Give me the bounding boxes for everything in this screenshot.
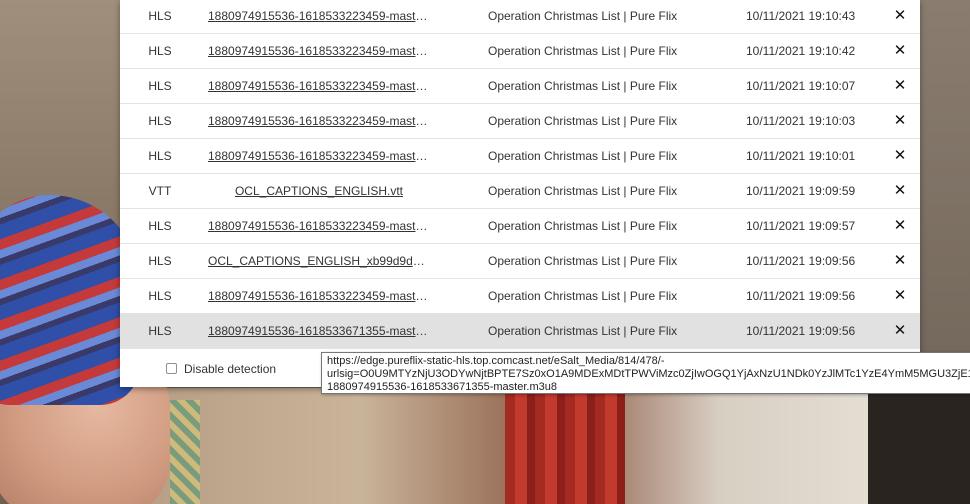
media-type: HLS <box>148 44 172 58</box>
media-type: HLS <box>148 289 172 303</box>
media-page-title: Operation Christmas List | Pure Flix <box>488 44 678 58</box>
close-icon[interactable]: ✕ <box>888 209 912 243</box>
background-plant <box>170 400 200 504</box>
media-filename-link[interactable]: 1880974915536-1618533223459-maste... <box>208 69 430 103</box>
media-timestamp: 10/11/2021 19:10:03 <box>746 114 856 128</box>
media-timestamp: 10/11/2021 19:10:42 <box>746 44 856 58</box>
close-icon[interactable]: ✕ <box>888 104 912 138</box>
media-filename-link[interactable]: 1880974915536-1618533223459-maste... <box>208 104 430 138</box>
media-page-title: Operation Christmas List | Pure Flix <box>488 289 678 303</box>
media-page-title: Operation Christmas List | Pure Flix <box>488 149 678 163</box>
media-filename-link[interactable]: 1880974915536-1618533223459-maste... <box>208 0 430 33</box>
close-icon[interactable]: ✕ <box>888 69 912 103</box>
media-timestamp: 10/11/2021 19:09:59 <box>746 184 856 198</box>
media-row[interactable]: HLS OCL_CAPTIONS_ENGLISH_xb99d9dc514... Op… <box>120 244 920 279</box>
media-filename-link[interactable]: 1880974915536-1618533223459-maste... <box>208 139 430 173</box>
media-page-title: Operation Christmas List | Pure Flix <box>488 114 678 128</box>
media-page-title: Operation Christmas List | Pure Flix <box>488 324 678 338</box>
media-timestamp: 10/11/2021 19:10:07 <box>746 79 856 93</box>
close-icon[interactable]: ✕ <box>888 279 912 313</box>
media-detection-panel: HLS 1880974915536-1618533223459-maste... O… <box>120 0 920 387</box>
close-icon[interactable]: ✕ <box>888 139 912 173</box>
media-type: HLS <box>148 9 172 23</box>
media-page-title: Operation Christmas List | Pure Flix <box>488 9 678 23</box>
media-page-title: Operation Christmas List | Pure Flix <box>488 184 678 198</box>
media-row[interactable]: HLS 1880974915536-1618533223459-maste... O… <box>120 104 920 139</box>
background-knit-hat <box>0 195 140 405</box>
media-filename-link[interactable]: 1880974915536-1618533223459-maste... <box>208 34 430 68</box>
media-timestamp: 10/11/2021 19:09:56 <box>746 324 856 338</box>
disable-detection-label[interactable]: Disable detection <box>184 362 276 376</box>
media-page-title: Operation Christmas List | Pure Flix <box>488 79 678 93</box>
tooltip-line-1: https://edge.pureflix-static-hls.top.com… <box>327 355 665 367</box>
media-row[interactable]: HLS 1880974915536-1618533223459-maste... O… <box>120 0 920 34</box>
media-page-title: Operation Christmas List | Pure Flix <box>488 254 678 268</box>
disable-detection-checkbox[interactable] <box>166 363 177 374</box>
media-row[interactable]: HLS 1880974915536-1618533223459-maste... O… <box>120 34 920 69</box>
media-filename-link[interactable]: OCL_CAPTIONS_ENGLISH.vtt <box>208 174 430 208</box>
media-row[interactable]: HLS 1880974915536-1618533223459-maste... O… <box>120 69 920 104</box>
media-filename-link[interactable]: 1880974915536-1618533223459-maste... <box>208 279 430 313</box>
close-icon[interactable]: ✕ <box>888 244 912 278</box>
media-timestamp: 10/11/2021 19:10:01 <box>746 149 856 163</box>
media-type: HLS <box>148 254 172 268</box>
media-row[interactable]: HLS 1880974915536-1618533223459-maste... O… <box>120 209 920 244</box>
media-type: VTT <box>148 184 172 198</box>
media-type: HLS <box>148 149 172 163</box>
background-dark-strip <box>868 388 970 504</box>
close-icon[interactable]: ✕ <box>888 174 912 208</box>
close-icon[interactable]: ✕ <box>888 314 912 348</box>
media-timestamp: 10/11/2021 19:09:56 <box>746 289 856 303</box>
media-timestamp: 10/11/2021 19:10:43 <box>746 9 856 23</box>
media-row[interactable]: HLS 1880974915536-1618533223459-maste... O… <box>120 279 920 314</box>
media-type: HLS <box>148 324 172 338</box>
media-row[interactable]: HLS 1880974915536-1618533223459-maste... O… <box>120 139 920 174</box>
media-page-title: Operation Christmas List | Pure Flix <box>488 219 678 233</box>
background-red-cloth <box>505 388 625 504</box>
media-filename-link[interactable]: 1880974915536-1618533671355-maste... <box>208 314 430 348</box>
url-tooltip: https://edge.pureflix-static-hls.top.com… <box>321 352 970 394</box>
media-filename-link[interactable]: 1880974915536-1618533223459-maste... <box>208 209 430 243</box>
close-icon[interactable]: ✕ <box>888 0 912 33</box>
tooltip-line-2: urlsig=O0U9MTYzNjU3ODYwNjtBPTE7Sz0xO1A9M… <box>327 368 970 380</box>
media-timestamp: 10/11/2021 19:09:56 <box>746 254 856 268</box>
tooltip-line-3: 1880974915536-1618533671355-master.m3u8 <box>327 381 557 393</box>
media-type: HLS <box>148 219 172 233</box>
media-filename-link[interactable]: OCL_CAPTIONS_ENGLISH_xb99d9dc514... <box>208 244 430 278</box>
media-row[interactable]: HLS 1880974915536-1618533671355-maste... O… <box>120 314 920 349</box>
media-type: HLS <box>148 114 172 128</box>
close-icon[interactable]: ✕ <box>888 34 912 68</box>
media-timestamp: 10/11/2021 19:09:57 <box>746 219 856 233</box>
media-row[interactable]: VTT OCL_CAPTIONS_ENGLISH.vtt Operation Chr… <box>120 174 920 209</box>
media-type: HLS <box>148 79 172 93</box>
